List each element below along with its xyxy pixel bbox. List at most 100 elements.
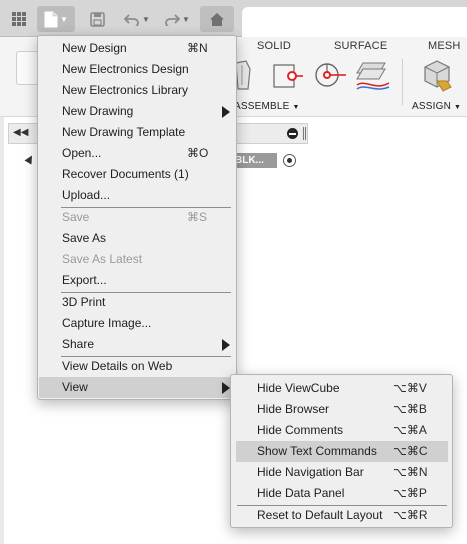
undo-button[interactable]: ▼: [120, 6, 154, 32]
menu-item-label: Hide Comments: [257, 423, 344, 437]
file-menu-button[interactable]: ▼: [37, 6, 75, 32]
menu-item-label: Share: [62, 337, 95, 351]
menu-item-label: Save As Latest: [62, 252, 143, 266]
document-name-chip[interactable]: BLK...: [233, 153, 277, 168]
submenu-arrow-icon: [222, 339, 230, 351]
menu-item-label: Upload...: [62, 188, 111, 202]
menu-item-new-design[interactable]: New Design ⌘N: [39, 38, 235, 59]
chevron-down-icon: ▼: [60, 14, 68, 24]
menu-item-label: New Drawing: [62, 104, 134, 118]
menu-item-recover-documents[interactable]: Recover Documents (1): [39, 164, 235, 185]
minimize-dash-icon: [289, 133, 296, 135]
menu-item-shortcut: ⌥⌘A: [393, 423, 427, 437]
menu-item-label: Capture Image...: [62, 316, 152, 330]
menu-item-shortcut: ⌥⌘C: [393, 444, 428, 458]
surface-patch-tool-icon[interactable]: [355, 59, 391, 93]
left-edge: [0, 117, 4, 544]
menu-item-label: New Design: [62, 41, 127, 55]
redo-icon: [165, 14, 181, 26]
menu-item-label: Save As: [62, 231, 107, 245]
tab-surface[interactable]: SURFACE: [334, 40, 387, 52]
menu-item-view[interactable]: View: [39, 377, 235, 398]
menu-item-label: View: [62, 380, 88, 394]
menu-item-label: Hide Browser: [257, 402, 330, 416]
menu-item-share[interactable]: Share: [39, 334, 235, 355]
menu-item-label: New Electronics Library: [62, 83, 189, 97]
menu-item-label: New Drawing Template: [62, 125, 186, 139]
menu-item-open[interactable]: Open... ⌘O: [39, 143, 235, 164]
tab-solid[interactable]: SOLID: [257, 40, 291, 52]
menu-item-upload[interactable]: Upload...: [39, 185, 235, 206]
menu-item-shortcut: ⌥⌘N: [393, 465, 428, 479]
menu-item-new-drawing[interactable]: New Drawing: [39, 101, 235, 122]
menu-item-save[interactable]: Save ⌘S: [39, 207, 235, 228]
menu-item-hide-navigation-bar[interactable]: Hide Navigation Bar ⌥⌘N: [232, 462, 451, 483]
submenu-arrow-icon: [222, 106, 230, 118]
menu-item-shortcut: ⌘O: [187, 146, 209, 160]
menu-item-shortcut: ⌥⌘P: [393, 486, 427, 500]
rigid-group-tool-icon[interactable]: [270, 61, 304, 91]
menu-item-view-details-on-web[interactable]: View Details on Web: [39, 356, 235, 377]
menu-item-new-drawing-template[interactable]: New Drawing Template: [39, 122, 235, 143]
file-menu: New Design ⌘N New Electronics Design New…: [37, 35, 237, 400]
menu-item-save-as[interactable]: Save As: [39, 228, 235, 249]
menu-item-hide-comments[interactable]: Hide Comments ⌥⌘A: [232, 420, 451, 441]
activate-radio-icon[interactable]: [283, 154, 296, 167]
application-toolbar: ▼ ▼ ▼: [0, 0, 467, 38]
pin-icon[interactable]: [303, 127, 306, 140]
menu-item-reset-to-default-layout[interactable]: Reset to Default Layout ⌥⌘R: [232, 505, 451, 526]
surface-revolve-tool-icon[interactable]: [313, 59, 347, 91]
chevron-down-icon: ▼: [292, 104, 300, 111]
menu-item-label: Reset to Default Layout: [257, 508, 383, 522]
menu-item-new-electronics-library[interactable]: New Electronics Library: [39, 80, 235, 101]
menu-item-label: New Electronics Design: [62, 62, 189, 76]
menu-item-label: Hide Data Panel: [257, 486, 345, 500]
save-button[interactable]: [84, 6, 110, 32]
grid-icon: [12, 12, 26, 26]
menu-item-3d-print[interactable]: 3D Print: [39, 292, 235, 313]
assemble-group-label[interactable]: ASSEMBLE ▼: [234, 101, 300, 112]
menu-item-label: View Details on Web: [62, 359, 173, 373]
submenu-arrow-icon: [222, 382, 230, 394]
menu-item-capture-image[interactable]: Capture Image...: [39, 313, 235, 334]
joint-tool-icon[interactable]: [234, 59, 254, 93]
collapse-browser-icon[interactable]: ◀◀: [13, 127, 28, 138]
menu-item-label: Open...: [62, 146, 102, 160]
assign-group-label[interactable]: ASSIGN ▼: [412, 101, 461, 112]
expand-triangle-icon[interactable]: [24, 153, 36, 165]
file-icon: [44, 11, 58, 27]
menu-item-hide-viewcube[interactable]: Hide ViewCube ⌥⌘V: [232, 378, 451, 399]
chevron-down-icon: ▼: [453, 104, 462, 111]
home-icon: [210, 12, 224, 26]
menu-item-label: 3D Print: [62, 295, 106, 309]
menu-item-hide-data-panel[interactable]: Hide Data Panel ⌥⌘P: [232, 483, 451, 504]
document-tab[interactable]: [242, 7, 467, 38]
home-button[interactable]: [200, 6, 234, 32]
tab-mesh[interactable]: MESH: [428, 40, 461, 52]
menu-item-hide-browser[interactable]: Hide Browser ⌥⌘B: [232, 399, 451, 420]
menu-item-label: Hide Navigation Bar: [257, 465, 364, 479]
menu-item-shortcut: ⌘N: [187, 41, 208, 55]
assign-group-text: ASSIGN: [412, 101, 451, 112]
chevron-down-icon: ▼: [182, 14, 190, 24]
menu-item-save-as-latest[interactable]: Save As Latest: [39, 249, 235, 270]
view-submenu: Hide ViewCube ⌥⌘V Hide Browser ⌥⌘B Hide …: [230, 374, 453, 528]
save-icon: [89, 11, 105, 27]
menu-item-new-electronics-design[interactable]: New Electronics Design: [39, 59, 235, 80]
menu-item-label: Export...: [62, 273, 107, 287]
menu-item-label: Hide ViewCube: [257, 381, 340, 395]
menu-item-show-text-commands[interactable]: Show Text Commands ⌥⌘C: [236, 441, 448, 462]
menu-item-shortcut: ⌥⌘B: [393, 402, 427, 416]
undo-icon: [124, 14, 139, 26]
menu-item-shortcut: ⌥⌘R: [393, 508, 428, 522]
ribbon-separator: [402, 59, 403, 105]
assign-material-tool-icon[interactable]: [417, 57, 453, 93]
data-panel-button[interactable]: [6, 6, 32, 32]
menu-item-shortcut: ⌘S: [187, 210, 208, 224]
chevron-down-icon: ▼: [142, 14, 150, 24]
redo-button[interactable]: ▼: [160, 6, 194, 32]
menu-item-label: Show Text Commands: [257, 444, 377, 458]
menu-item-shortcut: ⌥⌘V: [393, 381, 427, 395]
menu-item-export[interactable]: Export...: [39, 270, 235, 291]
menu-item-label: Recover Documents (1): [62, 167, 189, 181]
